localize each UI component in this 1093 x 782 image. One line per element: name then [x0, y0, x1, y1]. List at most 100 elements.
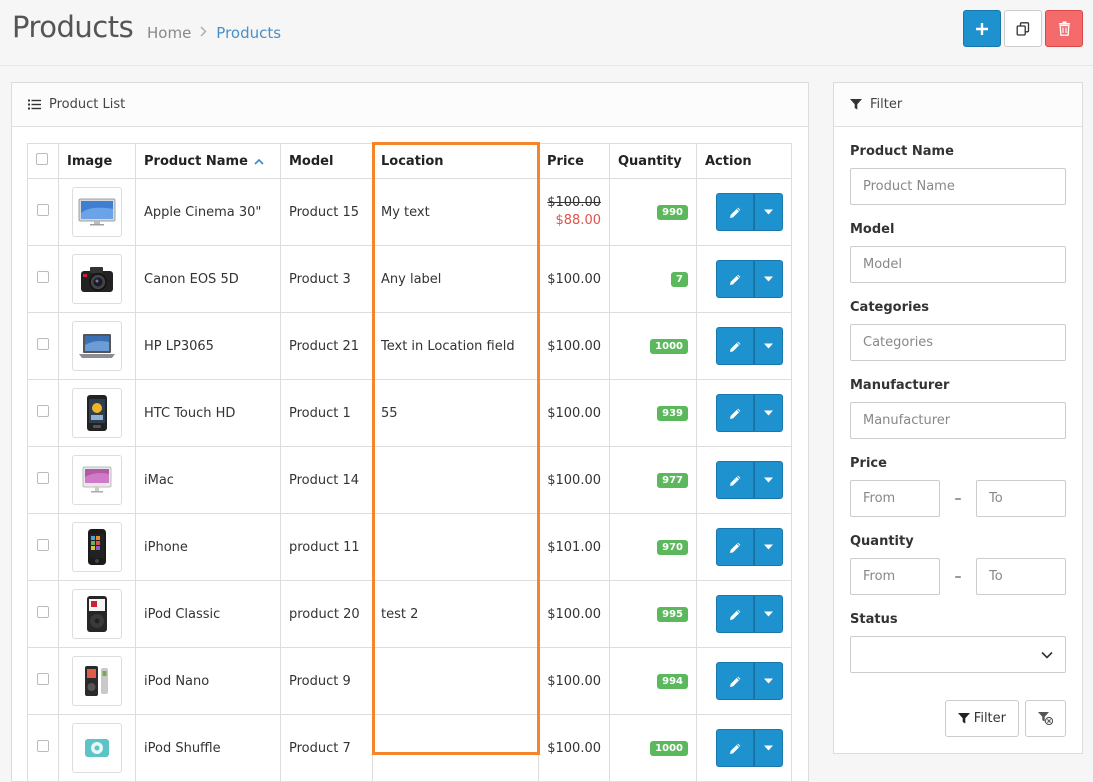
column-header-product-name-label[interactable]: Product Name	[144, 154, 248, 169]
price-value: $100.00	[547, 405, 601, 421]
row-checkbox-cell[interactable]	[27, 379, 59, 447]
product-action-cell	[696, 178, 792, 246]
filter-heading: Filter	[834, 83, 1082, 127]
product-image-cell	[58, 580, 136, 648]
filter-button[interactable]: Filter	[944, 700, 1019, 737]
product-location-cell	[372, 714, 539, 782]
product-action-cell	[696, 379, 792, 447]
quantity-badge: 1000	[650, 741, 688, 756]
row-checkbox-cell[interactable]	[27, 178, 59, 246]
product-quantity-cell: 994	[609, 647, 697, 715]
phone-dark-thumbnail-icon	[73, 389, 121, 437]
action-dropdown-toggle[interactable]	[754, 394, 783, 432]
breadcrumb-home-link[interactable]: Home	[147, 24, 191, 42]
row-checkbox[interactable]	[37, 472, 49, 484]
product-name-cell: Apple Cinema 30"	[135, 178, 281, 246]
pencil-icon	[729, 743, 740, 754]
row-checkbox-cell[interactable]	[27, 580, 59, 648]
manufacturer-label: Manufacturer	[850, 378, 950, 393]
row-checkbox-cell[interactable]	[27, 647, 59, 715]
caret-down-icon	[764, 611, 773, 617]
table-row: Apple Cinema 30" Product 15 My text $100…	[27, 178, 792, 246]
edit-button[interactable]	[716, 662, 754, 700]
edit-button[interactable]	[716, 327, 754, 365]
row-checkbox[interactable]	[37, 539, 49, 551]
product-thumbnail	[72, 589, 122, 639]
action-dropdown-toggle[interactable]	[754, 729, 783, 767]
edit-button[interactable]	[716, 193, 754, 231]
action-dropdown-toggle[interactable]	[754, 662, 783, 700]
column-header-action: Action	[696, 143, 792, 179]
action-dropdown-toggle[interactable]	[754, 595, 783, 633]
edit-button[interactable]	[716, 595, 754, 633]
row-checkbox-cell[interactable]	[27, 312, 59, 380]
row-checkbox[interactable]	[37, 606, 49, 618]
delete-product-button[interactable]	[1045, 10, 1083, 47]
product-price-cell: $100.00	[538, 312, 610, 380]
row-checkbox-cell[interactable]	[27, 446, 59, 514]
column-header-product-name[interactable]: Product Name	[135, 143, 281, 179]
iphone-thumbnail-icon	[73, 523, 121, 571]
product-thumbnail	[72, 254, 122, 304]
plus-icon	[976, 22, 988, 35]
edit-button[interactable]	[716, 260, 754, 298]
quantity-from-input[interactable]: From	[850, 558, 940, 595]
edit-button[interactable]	[716, 528, 754, 566]
product-price-cell: $100.00	[538, 379, 610, 447]
action-dropdown-toggle[interactable]	[754, 193, 783, 231]
list-icon	[28, 99, 41, 110]
copy-product-button[interactable]	[1004, 10, 1042, 47]
table-row: iPod Nano Product 9 $100.00 994	[27, 647, 792, 715]
product-image-cell	[58, 379, 136, 447]
column-header-quantity[interactable]: Quantity	[609, 143, 697, 179]
column-header-model[interactable]: Model	[280, 143, 373, 179]
row-checkbox-cell[interactable]	[27, 513, 59, 581]
row-checkbox[interactable]	[37, 740, 49, 752]
select-all-checkbox[interactable]	[36, 153, 48, 165]
product-model-cell: Product 15	[280, 178, 373, 246]
reset-filter-button[interactable]	[1025, 700, 1066, 737]
price-range-separator: –	[954, 490, 962, 507]
model-input[interactable]: Model	[850, 246, 1066, 283]
quantity-to-input[interactable]: To	[976, 558, 1066, 595]
categories-input[interactable]: Categories	[850, 324, 1066, 361]
row-checkbox[interactable]	[37, 405, 49, 417]
manufacturer-input[interactable]: Manufacturer	[850, 402, 1066, 439]
add-product-button[interactable]	[963, 10, 1001, 47]
edit-button[interactable]	[716, 461, 754, 499]
products-table: Image Product Name Model Location Price …	[27, 143, 792, 782]
caret-down-icon	[764, 209, 773, 215]
row-checkbox[interactable]	[37, 338, 49, 350]
select-all-checkbox-cell[interactable]	[27, 143, 59, 179]
categories-label: Categories	[850, 300, 930, 315]
trash-icon	[1058, 21, 1070, 36]
price-from-input[interactable]: From	[850, 480, 940, 517]
pencil-icon	[729, 207, 740, 218]
ipod-nano-thumbnail-icon	[73, 657, 121, 705]
action-dropdown-toggle[interactable]	[754, 528, 783, 566]
table-row: Canon EOS 5D Product 3 Any label $100.00…	[27, 245, 792, 313]
row-checkbox[interactable]	[37, 204, 49, 216]
status-select[interactable]	[850, 636, 1066, 673]
pencil-icon	[729, 408, 740, 419]
product-name-input[interactable]: Product Name	[850, 168, 1066, 205]
row-checkbox-cell[interactable]	[27, 714, 59, 782]
caret-down-icon	[764, 477, 773, 483]
action-dropdown-toggle[interactable]	[754, 327, 783, 365]
edit-button[interactable]	[716, 394, 754, 432]
price-range: From – To	[850, 480, 1066, 517]
product-model-cell: Product 21	[280, 312, 373, 380]
product-quantity-cell: 1000	[609, 714, 697, 782]
row-checkbox-cell[interactable]	[27, 245, 59, 313]
edit-button[interactable]	[716, 729, 754, 767]
row-checkbox[interactable]	[37, 673, 49, 685]
product-model-cell: Product 1	[280, 379, 373, 447]
product-image-cell	[58, 513, 136, 581]
action-dropdown-toggle[interactable]	[754, 461, 783, 499]
price-to-input[interactable]: To	[976, 480, 1066, 517]
action-dropdown-toggle[interactable]	[754, 260, 783, 298]
ipod-thumbnail-icon	[73, 590, 121, 638]
row-checkbox[interactable]	[37, 271, 49, 283]
breadcrumb-products-link[interactable]: Products	[216, 24, 281, 42]
column-header-price[interactable]: Price	[538, 143, 610, 179]
